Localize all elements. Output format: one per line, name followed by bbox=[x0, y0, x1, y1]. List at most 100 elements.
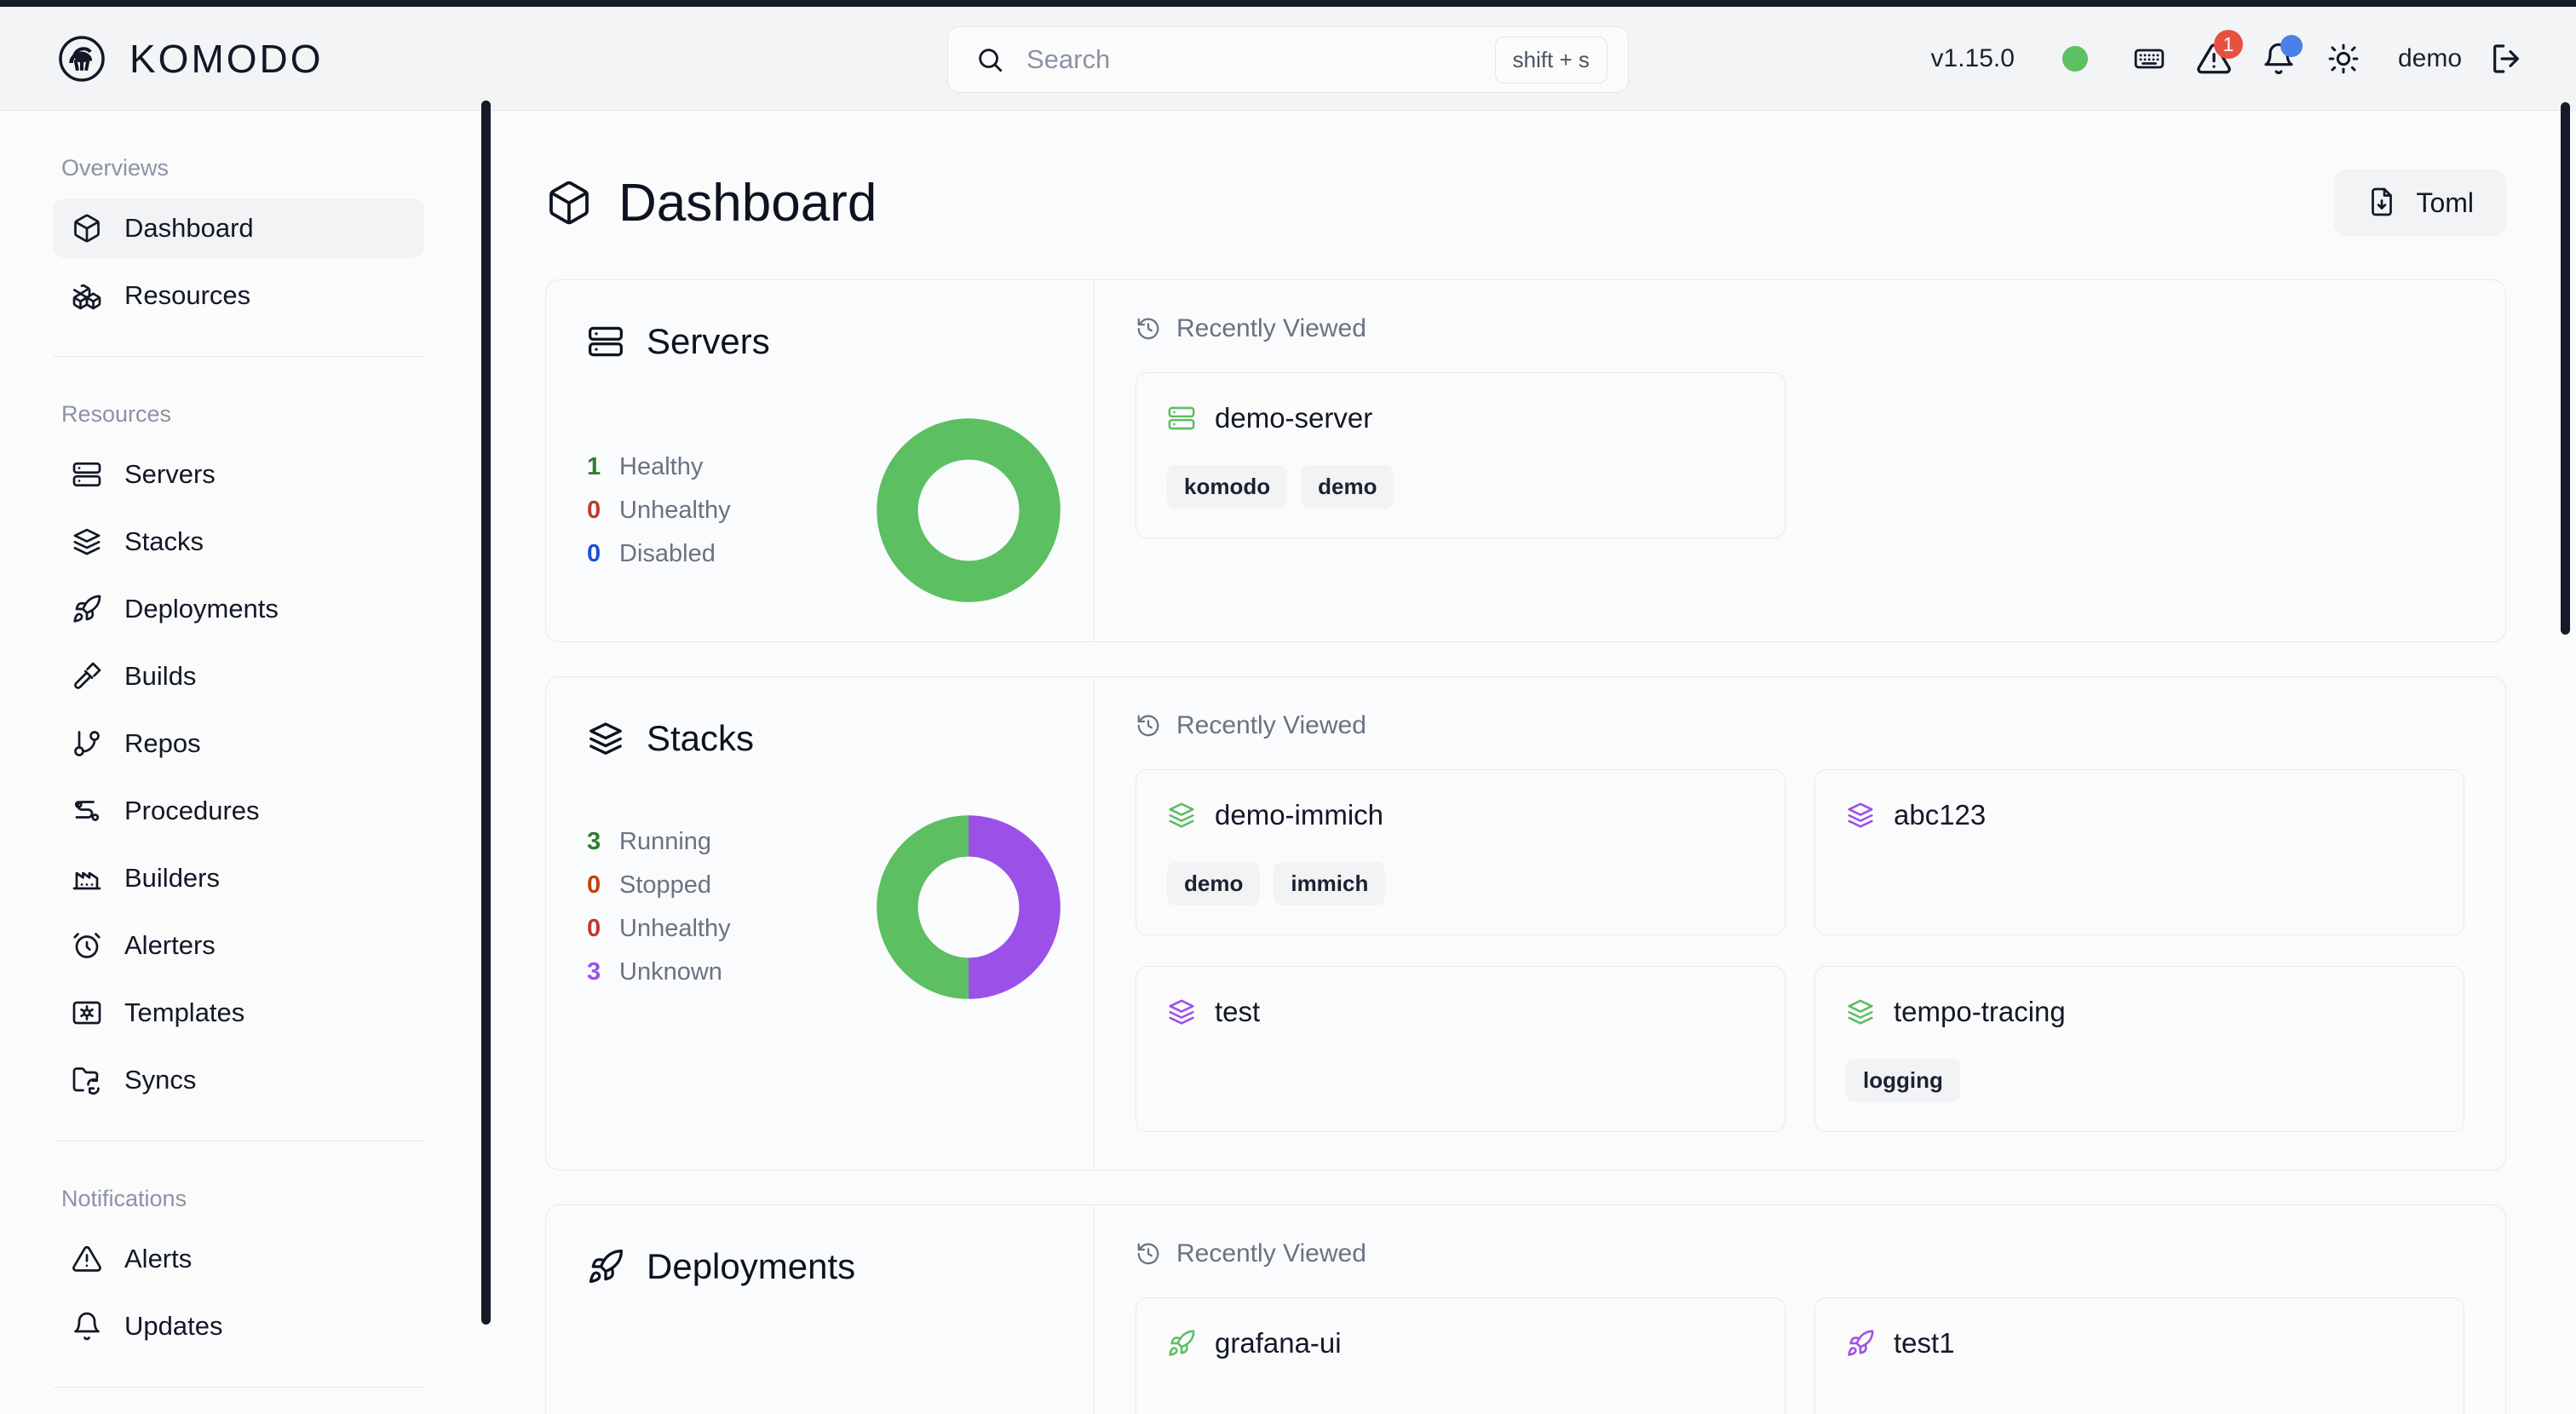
section-card-servers: Servers 1 Healthy 0 Unhealthy 0 Disabled Recent… bbox=[545, 279, 2506, 642]
file-download-icon bbox=[2366, 187, 2397, 220]
sidebar-item-updates[interactable]: Updates bbox=[53, 1296, 424, 1356]
sidebar-item-label: Procedures bbox=[124, 796, 260, 825]
tag-row: logging bbox=[1846, 1059, 2433, 1102]
recently-viewed-grid: grafana-ui test1 bbox=[1136, 1297, 2464, 1414]
boxes-icon bbox=[72, 280, 102, 311]
sidebar-item-builders[interactable]: Builders bbox=[53, 848, 424, 908]
sidebar-item-repos[interactable]: Repos bbox=[53, 714, 424, 773]
sidebar-item-templates[interactable]: Templates bbox=[53, 983, 424, 1043]
stat-label: Unhealthy bbox=[619, 496, 731, 524]
stat-row: 0 Stopped bbox=[587, 871, 842, 900]
main-scrollbar[interactable] bbox=[2561, 102, 2570, 635]
sidebar-item-label: Builds bbox=[124, 661, 197, 691]
stat-count: 0 bbox=[587, 496, 601, 524]
sidebar-item-servers[interactable]: Servers bbox=[53, 445, 424, 504]
recently-viewed-card[interactable]: grafana-ui bbox=[1136, 1297, 1785, 1414]
section-title: Stacks bbox=[647, 718, 755, 758]
app-root: KOMODO shift + s v1.15.0 bbox=[0, 0, 2576, 1414]
sidebar-item-dashboard[interactable]: Dashboard bbox=[53, 198, 424, 258]
sidebar-item-label: Syncs bbox=[124, 1065, 197, 1095]
search-input[interactable] bbox=[1026, 44, 1473, 75]
recently-viewed-card[interactable]: tempo-tracing logging bbox=[1814, 966, 2464, 1132]
section-card-deployments: Deployments Recently Viewed grafana-ui test… bbox=[545, 1204, 2506, 1414]
brand[interactable]: KOMODO bbox=[56, 33, 324, 84]
version-label: v1.15.0 bbox=[1930, 44, 2015, 72]
recently-viewed-card[interactable]: demo-immich demo immich bbox=[1136, 769, 1785, 935]
resource-tag[interactable]: immich bbox=[1274, 862, 1386, 905]
stat-count: 0 bbox=[587, 871, 601, 899]
server-icon bbox=[587, 323, 624, 360]
resource-tag[interactable]: demo bbox=[1167, 862, 1261, 905]
stat-label: Unknown bbox=[619, 958, 722, 986]
sidebar-item-resources[interactable]: Resources bbox=[53, 266, 424, 325]
recently-viewed-panel: Recently Viewed grafana-ui test1 bbox=[1095, 1205, 2505, 1414]
stat-row: 0 Unhealthy bbox=[587, 497, 842, 525]
sidebar-item-alerters[interactable]: Alerters bbox=[53, 916, 424, 975]
recently-viewed-card-head: grafana-ui bbox=[1167, 1327, 1754, 1359]
section-card-stacks: Stacks 3 Running 0 Stopped 0 Unhealthy 3 Unknown… bbox=[545, 676, 2506, 1170]
stat-label: Healthy bbox=[619, 452, 704, 480]
sidebar-item-builds[interactable]: Builds bbox=[53, 647, 424, 706]
resource-tag[interactable]: demo bbox=[1301, 465, 1394, 509]
resource-tag[interactable]: komodo bbox=[1167, 465, 1288, 509]
recently-viewed-panel: Recently Viewed demo-server komodo demo bbox=[1095, 280, 2505, 641]
recently-viewed-grid: demo-server komodo demo bbox=[1136, 372, 2464, 538]
section-summary: Stacks 3 Running 0 Stopped 0 Unhealthy 3 Unknown bbox=[546, 677, 1095, 1170]
resource-tag[interactable]: logging bbox=[1846, 1059, 1960, 1102]
stat-count: 0 bbox=[587, 915, 601, 942]
bell-icon bbox=[72, 1311, 102, 1342]
recently-viewed-label: Recently Viewed bbox=[1176, 1239, 1366, 1267]
sidebar-divider bbox=[53, 356, 424, 357]
stat-count: 3 bbox=[587, 958, 601, 986]
sidebar-item-label: Updates bbox=[124, 1311, 223, 1341]
keyboard-shortcuts-button[interactable] bbox=[2117, 26, 2182, 91]
box-icon bbox=[545, 179, 593, 227]
rocket-icon bbox=[1167, 1329, 1196, 1358]
sidebar-item-deployments[interactable]: Deployments bbox=[53, 579, 424, 639]
recently-viewed-card-head: test bbox=[1167, 996, 1754, 1028]
stat-count: 1 bbox=[587, 452, 601, 480]
search-icon bbox=[975, 45, 1004, 74]
section-summary: Deployments bbox=[546, 1205, 1095, 1414]
recently-viewed-card[interactable]: test1 bbox=[1814, 1297, 2464, 1414]
theme-toggle-button[interactable] bbox=[2311, 26, 2376, 91]
rocket-icon bbox=[72, 594, 102, 624]
stat-count: 3 bbox=[587, 828, 601, 855]
alerts-button[interactable]: 1 bbox=[2182, 26, 2246, 91]
search-box[interactable]: shift + s bbox=[947, 26, 1629, 93]
factory-icon bbox=[72, 863, 102, 894]
page-title-wrap: Dashboard bbox=[545, 173, 877, 233]
recently-viewed-header: Recently Viewed bbox=[1136, 1239, 2464, 1268]
history-icon bbox=[1136, 713, 1161, 739]
sidebar-scrollbar[interactable] bbox=[481, 101, 491, 1325]
sidebar-item-label: Alerters bbox=[124, 930, 216, 960]
recently-viewed-card[interactable]: demo-server komodo demo bbox=[1136, 372, 1785, 538]
recently-viewed-card-head: demo-server bbox=[1167, 402, 1754, 434]
stat-label: Running bbox=[619, 828, 712, 855]
komodo-dragon-logo-icon bbox=[56, 33, 107, 84]
sidebar-item-syncs[interactable]: Syncs bbox=[53, 1050, 424, 1110]
sidebar-item-label: Deployments bbox=[124, 594, 279, 624]
sidebar-item-label: Stacks bbox=[124, 526, 204, 556]
settings-sliders-icon bbox=[72, 796, 102, 826]
recently-viewed-card[interactable]: abc123 bbox=[1814, 769, 2464, 935]
alerts-badge-count: 1 bbox=[2213, 30, 2243, 59]
sidebar-item-stacks[interactable]: Stacks bbox=[53, 512, 424, 572]
recently-viewed-label: Recently Viewed bbox=[1176, 711, 1366, 739]
updates-button[interactable] bbox=[2246, 26, 2311, 91]
sidebar-item-alerts[interactable]: Alerts bbox=[53, 1229, 424, 1289]
page-title: Dashboard bbox=[618, 173, 877, 233]
logout-button[interactable] bbox=[2474, 26, 2539, 91]
search-container: shift + s bbox=[947, 26, 1629, 93]
stat-label: Disabled bbox=[619, 539, 716, 567]
sidebar-item-procedures[interactable]: Procedures bbox=[53, 781, 424, 841]
layers-icon bbox=[587, 720, 624, 757]
sidebar-item-label: Alerts bbox=[124, 1244, 193, 1273]
tag-row: komodo demo bbox=[1167, 465, 1754, 509]
page-header: Dashboard Toml bbox=[545, 162, 2506, 244]
toml-button[interactable]: Toml bbox=[2334, 170, 2506, 236]
recently-viewed-card[interactable]: test bbox=[1136, 966, 1785, 1132]
recently-viewed-header: Recently Viewed bbox=[1136, 314, 2464, 343]
user-name-label: demo bbox=[2397, 44, 2462, 72]
